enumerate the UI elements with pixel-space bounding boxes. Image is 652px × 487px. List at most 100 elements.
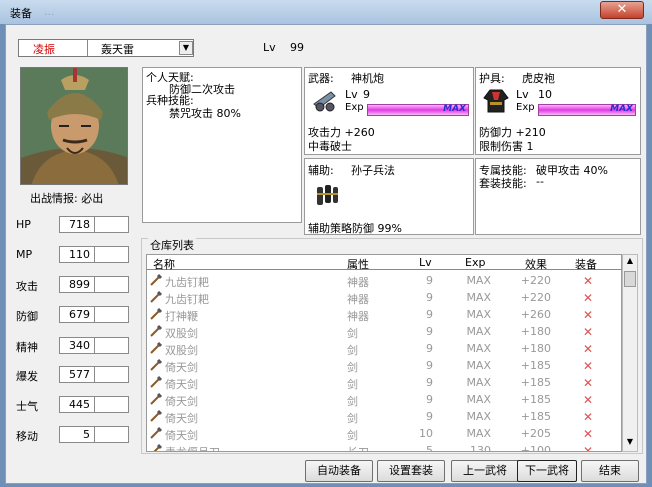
table-row[interactable]: 倚天剑 剑 10 MAX +205 ✕ [147, 425, 621, 442]
close-button[interactable]: ✕ [600, 1, 644, 19]
table-row[interactable]: 打神鞭 神器 9 MAX +260 ✕ [147, 306, 621, 323]
stat-bonus-box [95, 337, 129, 354]
equip-toggle[interactable]: ✕ [583, 308, 593, 322]
equip-toggle[interactable]: ✕ [583, 410, 593, 424]
table-row[interactable]: 倚天剑 剑 9 MAX +185 ✕ [147, 408, 621, 425]
table-row[interactable]: 倚天剑 剑 9 MAX +185 ✕ [147, 357, 621, 374]
cell-lv: 5 [426, 444, 433, 452]
equip-toggle[interactable]: ✕ [583, 342, 593, 356]
inventory-scrollbar[interactable]: ▲ ▼ [622, 254, 638, 452]
cell-exp: MAX [466, 359, 491, 372]
equip-toggle[interactable]: ✕ [583, 427, 593, 441]
next-hero-button[interactable]: 下一武将 [517, 460, 577, 482]
cell-name: 倚天剑 [165, 395, 198, 408]
equip-toggle[interactable]: ✕ [583, 376, 593, 390]
equip-toggle[interactable]: ✕ [583, 274, 593, 288]
table-row[interactable]: 倚天剑 剑 9 MAX +185 ✕ [147, 374, 621, 391]
scroll-down-icon[interactable]: ▼ [624, 437, 636, 449]
item-weapon-icon [150, 307, 163, 320]
hero-lv-value: 99 [290, 41, 304, 54]
stat-label: 防御 [16, 310, 38, 323]
set-suit-button[interactable]: 设置套装 [377, 460, 445, 482]
stat-bonus-box [95, 246, 129, 263]
cell-effect: +185 [520, 359, 551, 372]
weapon-lv-label: Lv [345, 88, 358, 101]
stat-label: 士气 [16, 400, 38, 413]
stat-label: 移动 [16, 430, 38, 443]
item-weapon-icon [150, 426, 163, 439]
troop-skill-value: 禁咒攻击 80% [169, 107, 241, 120]
armor-slot[interactable]: 护具: 虎皮袍 Lv 10 Exp MAX 防御力 +210 限制伤害 1 [475, 67, 641, 155]
cell-effect: +185 [520, 410, 551, 423]
cell-name: 倚天剑 [165, 412, 198, 425]
scroll-thumb[interactable] [624, 271, 636, 287]
table-row[interactable]: 九齿钉耙 神器 9 MAX +220 ✕ [147, 272, 621, 289]
cell-attr: 神器 [347, 293, 369, 306]
exclusive-skill-value: 破甲攻击 40% [536, 164, 608, 177]
table-row[interactable]: 九齿钉耙 神器 9 MAX +220 ✕ [147, 289, 621, 306]
equip-toggle[interactable]: ✕ [583, 444, 593, 451]
cell-exp: MAX [466, 342, 491, 355]
item-weapon-icon [150, 324, 163, 337]
cell-name: 倚天剑 [165, 361, 198, 374]
armor-lv-label: Lv [516, 88, 529, 101]
title-bar [0, 0, 652, 24]
inventory-title: 仓库列表 [148, 237, 196, 253]
cell-lv: 9 [426, 410, 433, 423]
inventory-header: 名称 属性 Lv Exp 效果 装备 [147, 255, 621, 272]
header-effect[interactable]: 效果 [525, 256, 547, 272]
assist-slot[interactable]: 辅助: 孙子兵法 辅助策略防御 99% [304, 158, 474, 235]
header-attr[interactable]: 属性 [347, 256, 369, 272]
stat-bonus-box [95, 396, 129, 413]
header-name[interactable]: 名称 [153, 256, 175, 272]
item-weapon-icon [150, 409, 163, 422]
cell-effect: +205 [520, 427, 551, 440]
finish-button[interactable]: 结束 [581, 460, 639, 482]
weapon-lv-value: 9 [363, 88, 370, 101]
cell-name: 打神鞭 [165, 310, 198, 323]
hero-portrait-image [21, 68, 127, 184]
hero-select[interactable]: 凌振 轰天雷 ▼ [18, 39, 194, 57]
equip-toggle[interactable]: ✕ [583, 393, 593, 407]
stat-bonus-box [95, 366, 129, 383]
weapon-slot[interactable]: 武器: 神机炮 Lv 9 Exp MAX 攻击力 +260 中毒破士 [304, 67, 474, 155]
cell-lv: 9 [426, 342, 433, 355]
cell-name: 双股剑 [165, 327, 198, 340]
header-equip[interactable]: 装备 [575, 256, 597, 272]
assist-slot-label: 辅助: [308, 164, 334, 177]
cell-attr: 剑 [347, 395, 358, 408]
inventory-table: 名称 属性 Lv Exp 效果 装备 九齿钉耙 神器 9 MAX +220 ✕ 九齿钉耙 神器… [146, 254, 622, 452]
weapon-effect: 中毒破士 [308, 140, 352, 153]
cell-lv: 9 [426, 274, 433, 287]
item-weapon-icon [153, 443, 163, 451]
cell-attr: 长刀 [347, 444, 369, 451]
table-row[interactable]: 双股剑 剑 9 MAX +180 ✕ [147, 340, 621, 357]
exclusive-skill-panel: 专属技能: 破甲攻击 40% 套装技能: -- [475, 158, 641, 235]
header-lv[interactable]: Lv [419, 256, 432, 269]
equip-toggle[interactable]: ✕ [583, 291, 593, 305]
equip-toggle[interactable]: ✕ [583, 359, 593, 373]
window-title-ghost: ... [44, 5, 55, 18]
cell-exp: MAX [466, 308, 491, 321]
table-row[interactable]: 青龙偃月刀 长刀 5 130 +100 ✕ [147, 442, 621, 452]
item-weapon-icon [150, 358, 163, 371]
stat-bonus-box [95, 426, 129, 443]
scroll-up-icon[interactable]: ▲ [624, 256, 636, 268]
assist-effect: 辅助策略防御 99% [308, 222, 402, 235]
scroll-icon [317, 185, 338, 205]
table-row[interactable]: 双股剑 剑 9 MAX +180 ✕ [147, 323, 621, 340]
header-exp[interactable]: Exp [465, 256, 485, 269]
stat-value: 445 [59, 396, 95, 413]
item-weapon-icon [150, 375, 163, 388]
stat-bonus-box [95, 276, 129, 293]
cell-attr: 剑 [347, 412, 358, 425]
auto-equip-button[interactable]: 自动装备 [305, 460, 373, 482]
equip-toggle[interactable]: ✕ [583, 325, 593, 339]
armor-exp-bar: MAX [538, 104, 636, 116]
table-row[interactable]: 倚天剑 剑 9 MAX +185 ✕ [147, 391, 621, 408]
armor-exp-label: Exp [516, 102, 535, 113]
chevron-down-icon[interactable]: ▼ [179, 41, 193, 55]
cell-lv: 9 [426, 325, 433, 338]
prev-hero-button[interactable]: 上一武将 [451, 460, 519, 482]
cell-effect: +180 [520, 325, 551, 338]
